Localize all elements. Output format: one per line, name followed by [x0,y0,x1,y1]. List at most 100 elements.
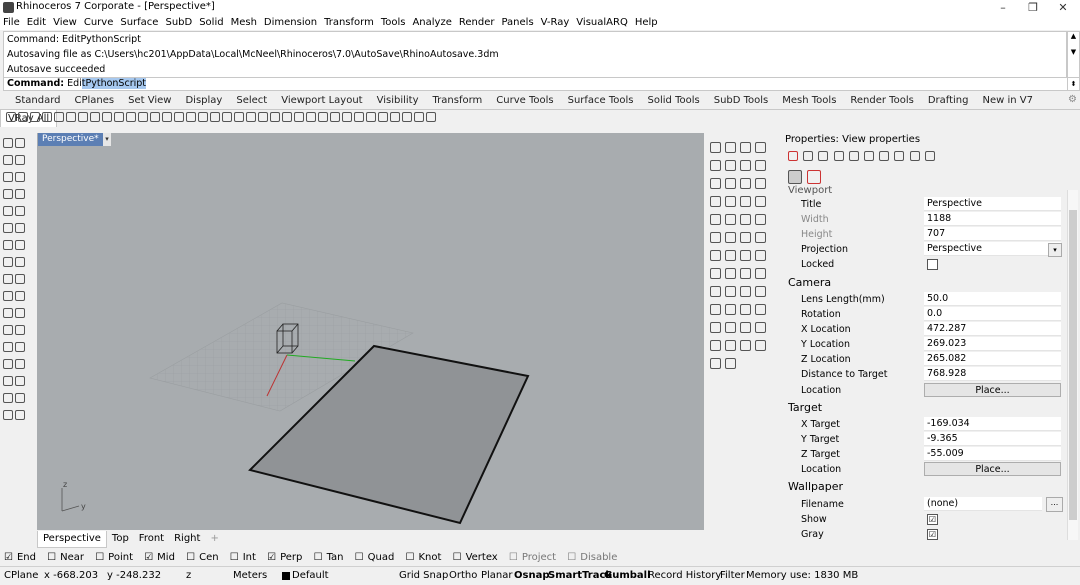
select-arrow-icon[interactable] [3,138,13,148]
units-label[interactable]: Meters [233,567,267,585]
object-color-icon[interactable] [788,151,798,161]
menu-solid[interactable]: Solid [196,16,227,30]
y-target-field[interactable]: -9.365 [924,432,1061,446]
vray-tool-icon[interactable] [725,142,736,153]
tab-select[interactable]: Select [229,92,274,109]
vray-tool-icon[interactable] [725,160,736,171]
menu-analyze[interactable]: Analyze [409,16,455,30]
boolean-tool-icon[interactable] [15,274,25,284]
folder-icon[interactable] [848,151,859,161]
ungroup-icon[interactable] [15,325,25,335]
vray-tool-icon[interactable] [710,358,721,369]
rotate-icon[interactable] [3,393,13,403]
menu-panels[interactable]: Panels [498,16,537,30]
tool-icon[interactable] [402,112,412,122]
vray-tool-icon[interactable] [740,196,751,207]
material-icon[interactable] [803,151,814,161]
width-field[interactable]: 1188 [924,212,1061,226]
tab-new-in-v7[interactable]: New in V7 [976,92,1041,109]
tab-solid-tools[interactable]: Solid Tools [641,92,707,109]
tool-icon[interactable] [378,112,388,122]
browse-button[interactable]: ... [1046,497,1063,512]
tab-subd-tools[interactable]: SubD Tools [707,92,776,109]
menu-subd[interactable]: SubD [162,16,196,30]
layer-icon[interactable] [909,151,920,161]
texture-icon[interactable] [818,151,829,161]
trim-icon[interactable] [15,291,25,301]
cplane-label[interactable]: CPlane [4,567,38,585]
osnap-cen[interactable]: ☐ Cen [186,552,222,563]
gray-checkbox[interactable]: ☑ [927,529,938,540]
maximize-button[interactable]: ❐ [1018,0,1048,16]
add-viewport-tab-icon[interactable]: + [205,531,223,547]
solid-tool-icon[interactable] [15,240,25,250]
display-icon[interactable] [894,151,905,161]
viewport-menu-button[interactable]: ▾ [103,133,111,146]
curve-icon[interactable] [15,155,25,165]
vray-tool-icon[interactable] [710,160,721,171]
vp-tab-right[interactable]: Right [169,531,205,547]
tool-icon[interactable] [30,112,40,122]
osnap-vertex[interactable]: ☐ Vertex [453,552,502,563]
tool-icon[interactable] [90,112,100,122]
vray-tool-icon[interactable] [755,304,766,315]
record-history-toggle[interactable]: Record History [648,567,721,585]
array-icon[interactable] [3,376,13,386]
tab-render-tools[interactable]: Render Tools [843,92,920,109]
vray-tool-icon[interactable] [725,232,736,243]
tab-drafting[interactable]: Drafting [921,92,976,109]
tool-icon[interactable] [162,112,172,122]
camera-place-button[interactable]: Place... [924,383,1061,397]
z-target-field[interactable]: -55.009 [924,447,1061,461]
tab-cplanes[interactable]: CPlanes [68,92,122,109]
vray-tool-icon[interactable] [740,268,751,279]
tool-icon[interactable] [270,112,280,122]
vray-tool-icon[interactable] [710,178,721,189]
height-field[interactable]: 707 [924,227,1061,241]
vray-tool-icon[interactable] [725,322,736,333]
tool-icon[interactable] [210,112,220,122]
boolean-icon[interactable] [3,274,13,284]
tab-mesh-tools[interactable]: Mesh Tools [775,92,843,109]
tool-icon[interactable] [354,112,364,122]
tool-icon[interactable] [114,112,124,122]
tool-icon[interactable] [234,112,244,122]
vp-tab-perspective[interactable]: Perspective [37,531,107,548]
tool-icon[interactable] [126,112,136,122]
tool-icon[interactable] [6,112,16,122]
filter-toggle[interactable]: Filter [720,567,745,585]
tab-curve-tools[interactable]: Curve Tools [489,92,560,109]
vray-tool-icon[interactable] [710,286,721,297]
osnap-near[interactable]: ☐ Near [47,552,88,563]
tab-transform[interactable]: Transform [426,92,490,109]
vray-tool-icon[interactable] [710,232,721,243]
osnap-knot[interactable]: ☐ Knot [406,552,446,563]
copy-icon[interactable] [15,342,25,352]
tab-display[interactable]: Display [178,92,229,109]
menu-view[interactable]: View [50,16,81,30]
light-icon[interactable] [833,151,844,161]
camera-view-icon[interactable] [788,170,802,184]
menu-mesh[interactable]: Mesh [228,16,261,30]
tool-icon[interactable] [186,112,196,122]
vp-tab-top[interactable]: Top [107,531,134,547]
tab-viewport-layout[interactable]: Viewport Layout [274,92,369,109]
osnap-tan[interactable]: ☐ Tan [314,552,348,563]
tool-icon[interactable] [282,112,292,122]
planar-toggle[interactable]: Planar [481,567,513,585]
layer-label[interactable]: Default [292,567,329,585]
lens-length-field[interactable]: 50.0 [924,292,1061,306]
x-location-field[interactable]: 472.287 [924,322,1061,336]
move-icon[interactable] [3,342,13,352]
close-button[interactable]: ✕ [1048,0,1078,16]
minimize-button[interactable]: – [988,0,1018,16]
command-input[interactable]: Command: EditPythonScript [3,77,1070,91]
vray-tool-icon[interactable] [755,196,766,207]
tool-icon[interactable] [426,112,436,122]
vray-tool-icon[interactable] [755,178,766,189]
vray-tool-icon[interactable] [740,160,751,171]
mesh-icon[interactable] [3,257,13,267]
command-spinner[interactable]: ⬍ [1067,77,1080,91]
vp-tab-front[interactable]: Front [134,531,169,547]
vray-tool-icon[interactable] [740,178,751,189]
